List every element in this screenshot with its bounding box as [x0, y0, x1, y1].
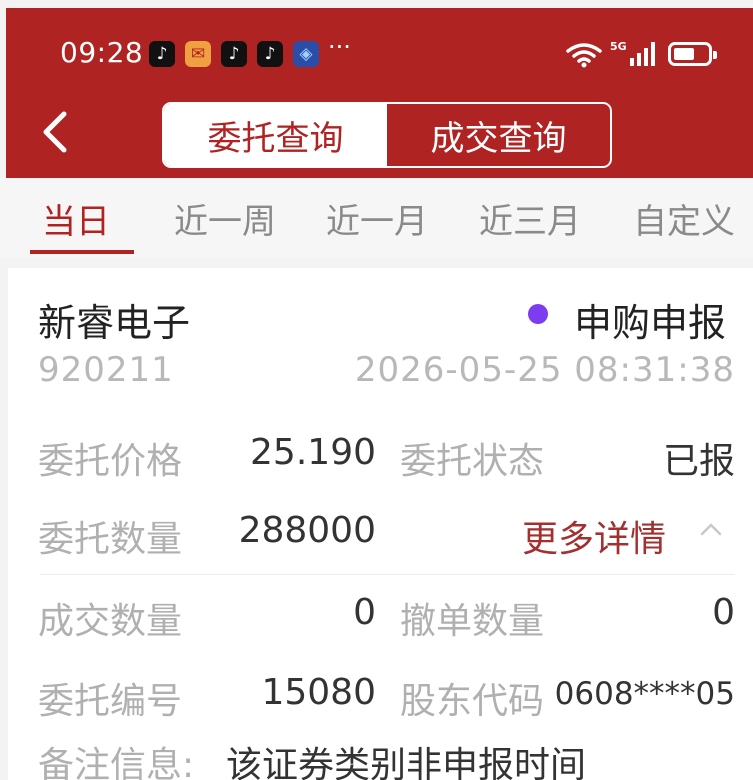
- deal-quantity-label: 成交数量: [38, 601, 183, 642]
- tiktok-icon: ♪: [149, 41, 175, 67]
- period-custom[interactable]: 自定义: [633, 194, 735, 243]
- signal-icon: [630, 42, 655, 66]
- status-dot: [528, 304, 548, 324]
- tab-order-query[interactable]: 委托查询: [164, 104, 387, 166]
- price-value: 25.190: [250, 432, 376, 473]
- order-type: 申购申报: [574, 301, 727, 345]
- envelope-icon: ✉: [185, 41, 211, 67]
- deal-quantity-value: 0: [353, 592, 376, 633]
- order-number-value: 15080: [261, 672, 376, 713]
- tiktok-icon: ♪: [257, 41, 283, 67]
- clock: 09:28: [60, 36, 144, 69]
- quantity-value: 288000: [238, 510, 376, 551]
- more-details-link[interactable]: 更多详情: [522, 510, 666, 562]
- tiktok-icon: ♪: [221, 41, 247, 67]
- period-month[interactable]: 近一月: [326, 194, 428, 243]
- order-number-label: 委托编号: [38, 681, 183, 722]
- tab-deal-query[interactable]: 成交查询: [387, 104, 610, 166]
- status-bar: 09:28 ♪ ✉ ♪ ♪ ◈ ··· 5G: [6, 30, 753, 76]
- state-value: 已报: [662, 441, 735, 482]
- cancel-quantity-label: 撤单数量: [400, 601, 545, 642]
- period-week[interactable]: 近一周: [174, 194, 276, 243]
- divider: [40, 574, 735, 575]
- note-label: 备注信息:: [38, 745, 195, 780]
- top-edge: [0, 0, 753, 8]
- network-type-label: 5G: [610, 40, 627, 53]
- back-icon[interactable]: [38, 110, 74, 154]
- holder-code-label: 股东代码: [400, 681, 545, 722]
- price-label: 委托价格: [38, 441, 183, 482]
- query-tab-group: 委托查询 成交查询: [162, 102, 612, 168]
- period-tabs: 当日 近一周 近一月 近三月 自定义: [0, 178, 753, 258]
- game-icon: ◈: [293, 41, 319, 67]
- state-label: 委托状态: [400, 441, 545, 482]
- cancel-quantity-value: 0: [712, 592, 735, 633]
- order-datetime: 2026-05-25 08:31:38: [354, 350, 735, 390]
- battery-icon: [668, 42, 717, 66]
- wifi-icon: [566, 43, 602, 68]
- period-today[interactable]: 当日: [42, 194, 110, 243]
- quantity-label: 委托数量: [38, 519, 183, 560]
- header: 09:28 ♪ ✉ ♪ ♪ ◈ ··· 5G 委托查询 成交查询: [6, 8, 753, 178]
- chevron-up-icon[interactable]: [700, 522, 722, 536]
- more-notifications-icon: ···: [328, 33, 351, 61]
- stock-code: 920211: [38, 350, 174, 390]
- period-three-months[interactable]: 近三月: [479, 194, 581, 243]
- note-value: 该证券类别非申报时间: [226, 745, 587, 780]
- holder-code-value: 0608****05: [554, 676, 735, 712]
- active-period-underline: [30, 250, 134, 254]
- stock-name: 新睿电子: [38, 301, 191, 345]
